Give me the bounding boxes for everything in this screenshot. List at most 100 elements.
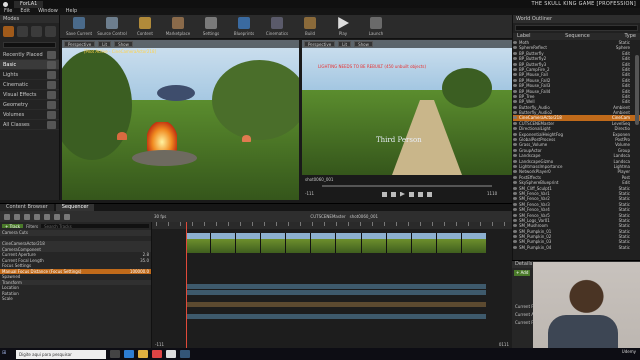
eye-icon[interactable] — [513, 116, 517, 120]
eye-icon[interactable] — [513, 57, 517, 61]
fps-dropdown[interactable]: 30 fps — [154, 214, 166, 219]
focal-key-row[interactable] — [186, 290, 486, 295]
camera-icon[interactable] — [24, 213, 30, 220]
build-button[interactable]: Build — [295, 17, 325, 36]
snap-icon[interactable] — [64, 213, 70, 220]
menu-help[interactable]: Help — [66, 8, 77, 15]
eye-icon[interactable] — [513, 170, 517, 174]
eye-icon[interactable] — [513, 235, 517, 239]
play-icon[interactable] — [400, 191, 405, 197]
sequencer-track[interactable]: Scale — [0, 296, 151, 302]
eye-icon[interactable] — [513, 164, 517, 168]
settings-button[interactable]: Settings — [196, 17, 226, 36]
eye-icon[interactable] — [513, 73, 517, 77]
add-component-button[interactable]: + Add — [514, 270, 530, 276]
right-viewport[interactable]: Perspective Lit Show LIGHTING NEEDS TO B… — [302, 40, 512, 175]
gear-icon[interactable] — [44, 213, 50, 220]
eye-icon[interactable] — [513, 229, 517, 233]
eye-icon[interactable] — [513, 51, 517, 55]
save-current-button[interactable]: Save Current — [64, 17, 94, 36]
category-recently-placed[interactable]: Recently Placed — [0, 50, 59, 60]
launch-button[interactable]: Launch — [361, 17, 391, 36]
eye-icon[interactable] — [513, 154, 517, 158]
search-icon[interactable] — [14, 213, 20, 220]
eye-icon[interactable] — [513, 148, 517, 152]
menu-file[interactable]: File — [4, 8, 12, 15]
content-button[interactable]: Content — [130, 17, 160, 36]
marketplace-button[interactable]: Marketplace — [163, 17, 193, 36]
eye-icon[interactable] — [513, 240, 517, 244]
eye-icon[interactable] — [513, 224, 517, 228]
eye-icon[interactable] — [513, 191, 517, 195]
category-geometry[interactable]: Geometry — [0, 100, 59, 110]
eye-icon[interactable] — [513, 159, 517, 163]
place-mode-icon[interactable] — [3, 26, 14, 37]
windows-start-icon[interactable]: ⊞ — [2, 350, 12, 358]
tab-sequencer[interactable]: Sequencer — [55, 204, 95, 211]
eye-icon[interactable] — [513, 181, 517, 185]
eye-icon[interactable] — [513, 127, 517, 131]
skip-back-icon[interactable] — [382, 191, 387, 197]
edge-icon[interactable] — [124, 350, 134, 358]
save-icon[interactable] — [4, 213, 10, 220]
skip-forward-icon[interactable] — [418, 191, 423, 197]
type-column-header[interactable]: Type — [625, 33, 636, 40]
shot-breadcrumb[interactable]: shot0060_001 — [350, 214, 378, 219]
category-cinematic[interactable]: Cinematic — [0, 80, 59, 90]
category-visual-effects[interactable]: Visual Effects — [0, 90, 59, 100]
foliage-mode-icon[interactable] — [45, 26, 56, 37]
category-volumes[interactable]: Volumes — [0, 110, 59, 120]
step-forward-icon[interactable] — [409, 191, 414, 197]
eye-icon[interactable] — [513, 100, 517, 104]
left-viewport[interactable]: Perspective Lit Show [Pilot Active - Cin… — [62, 40, 299, 200]
eye-icon[interactable] — [513, 67, 517, 71]
eye-icon[interactable] — [513, 84, 517, 88]
category-lights[interactable]: Lights — [0, 70, 59, 80]
unreal-icon[interactable] — [166, 350, 176, 358]
timeline[interactable]: -111 0111 — [152, 222, 512, 349]
perspective-button[interactable]: Perspective — [64, 41, 96, 47]
paint-mode-icon[interactable] — [17, 26, 28, 37]
eye-icon[interactable] — [513, 213, 517, 217]
eye-icon[interactable] — [513, 208, 517, 212]
eye-icon[interactable] — [513, 202, 517, 206]
eye-icon[interactable] — [513, 175, 517, 179]
outliner-row[interactable]: SM_Pumpkin_04 Static — [513, 245, 640, 250]
label-column-header[interactable]: Label — [517, 33, 531, 40]
eye-icon[interactable] — [513, 62, 517, 66]
eye-icon[interactable] — [513, 111, 517, 115]
eye-icon[interactable] — [513, 89, 517, 93]
aperture-key-row[interactable] — [186, 284, 486, 289]
level-tab[interactable]: ForLA1 — [14, 0, 44, 8]
playhead[interactable] — [186, 222, 187, 349]
sequence-breadcrumb[interactable]: CUTSCENEMaster — [310, 214, 345, 219]
eye-icon[interactable] — [513, 41, 517, 44]
filters-button[interactable]: Filters — [26, 224, 38, 229]
scrub-bar[interactable] — [322, 185, 492, 187]
category-basic[interactable]: Basic — [0, 60, 59, 70]
eye-icon[interactable] — [513, 138, 517, 142]
task-view-icon[interactable] — [110, 350, 120, 358]
eye-icon[interactable] — [513, 143, 517, 147]
eye-icon[interactable] — [513, 132, 517, 136]
tab-content-browser[interactable]: Content Browser — [0, 204, 54, 211]
store-icon[interactable] — [180, 350, 190, 358]
landscape-mode-icon[interactable] — [31, 26, 42, 37]
track-search-input[interactable]: Search Tracks — [41, 224, 149, 229]
eye-icon[interactable] — [513, 121, 517, 125]
loop-icon[interactable] — [427, 191, 432, 197]
render-icon[interactable] — [34, 213, 40, 220]
menu-window[interactable]: Window — [38, 8, 58, 15]
time-ruler[interactable] — [152, 222, 512, 229]
menu-edit[interactable]: Edit — [20, 8, 30, 15]
sequence-column-header[interactable]: Sequence — [565, 33, 590, 40]
add-track-button[interactable]: + Track — [2, 224, 24, 229]
lit-button[interactable]: Lit — [338, 41, 352, 47]
category-all-classes[interactable]: All Classes — [0, 120, 59, 130]
focus-key-row[interactable] — [186, 302, 486, 307]
transform-key-row[interactable] — [186, 314, 486, 319]
source-control-button[interactable]: Source Control — [97, 17, 127, 36]
lit-button[interactable]: Lit — [98, 41, 112, 47]
eye-icon[interactable] — [513, 94, 517, 98]
explorer-icon[interactable] — [138, 350, 148, 358]
